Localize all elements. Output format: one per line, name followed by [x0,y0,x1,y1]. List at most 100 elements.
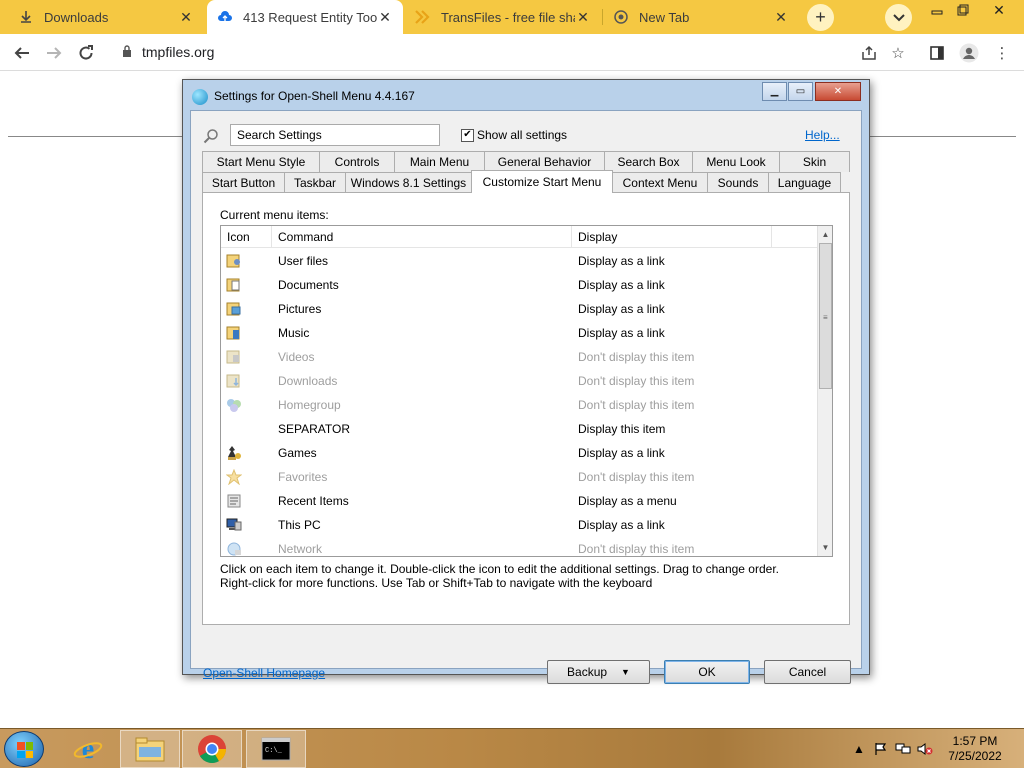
icon-cell[interactable] [221,537,272,556]
command-cell[interactable]: Music [272,321,572,345]
menu-item-row[interactable]: This PC Display as a link [221,513,817,537]
dialog-minimize-button[interactable]: ▁ [762,82,787,101]
icon-cell[interactable] [221,513,272,537]
tab-transfiles[interactable]: TransFiles - free file sharing ✕ [405,0,601,34]
command-cell[interactable]: Documents [272,273,572,297]
menu-item-row[interactable]: Network Don't display this item [221,537,817,556]
bookmark-star-icon[interactable]: ☆ [886,41,910,65]
display-cell[interactable]: Display as a link [572,513,772,537]
menu-item-row[interactable]: Favorites Don't display this item [221,465,817,489]
display-cell[interactable]: Don't display this item [572,537,772,556]
icon-cell[interactable] [221,441,272,465]
menu-item-row[interactable]: SEPARATOR Display this item [221,417,817,441]
command-cell[interactable]: Network [272,537,572,556]
icon-cell[interactable] [221,249,272,273]
tab-skin[interactable]: Skin [779,151,850,172]
menu-item-row[interactable]: Music Display as a link [221,321,817,345]
cancel-button[interactable]: Cancel [764,660,851,684]
tab-downloads[interactable]: Downloads ✕ [8,0,204,34]
tab-search-button[interactable] [885,4,912,31]
side-panel-icon[interactable] [925,41,949,65]
menu-item-row[interactable]: Recent Items Display as a menu [221,489,817,513]
scroll-up-arrow-icon[interactable]: ▲ [818,226,832,242]
show-all-settings-checkbox[interactable]: ✔ Show all settings [461,128,567,142]
menu-kebab-icon[interactable]: ⋮ [990,41,1014,65]
lock-icon[interactable] [122,44,132,60]
display-cell[interactable]: Display as a link [572,441,772,465]
close-window-button[interactable]: ✕ [982,0,1016,20]
icon-cell[interactable] [221,393,272,417]
open-shell-homepage-link[interactable]: Open-Shell Homepage [203,666,325,680]
taskbar-internet-explorer[interactable]: e [58,730,118,768]
taskbar-command-prompt[interactable]: C:\_ [246,730,306,768]
command-cell[interactable]: Games [272,441,572,465]
icon-cell[interactable] [221,417,272,441]
tab-sounds[interactable]: Sounds [707,172,769,193]
list-scrollbar[interactable]: ▲ ≡ ▼ [817,226,832,556]
address-bar[interactable]: tmpfiles.org [110,38,800,66]
menu-item-row[interactable]: Downloads Don't display this item [221,369,817,393]
close-icon[interactable]: ✕ [178,9,194,25]
tab-menu-look[interactable]: Menu Look [692,151,780,172]
icon-cell[interactable] [221,297,272,321]
taskbar-file-explorer[interactable] [120,730,180,768]
show-hidden-icons-arrow-icon[interactable]: ▲ [851,741,867,757]
scroll-down-arrow-icon[interactable]: ▼ [818,539,832,555]
column-header-command[interactable]: Command [272,226,572,248]
tab-413-request[interactable]: 413 Request Entity Too Large ✕ [207,0,403,34]
command-cell[interactable]: Pictures [272,297,572,321]
tab-windows-81-settings[interactable]: Windows 8.1 Settings [345,172,472,193]
display-cell[interactable]: Don't display this item [572,345,772,369]
command-cell[interactable]: User files [272,249,572,273]
command-cell[interactable]: Downloads [272,369,572,393]
display-cell[interactable]: Display as a link [572,321,772,345]
menu-item-row[interactable]: Pictures Display as a link [221,297,817,321]
tab-start-menu-style[interactable]: Start Menu Style [202,151,320,172]
tab-taskbar[interactable]: Taskbar [284,172,346,193]
tab-main-menu[interactable]: Main Menu [394,151,485,172]
icon-cell[interactable] [221,345,272,369]
icon-cell[interactable] [221,369,272,393]
close-icon[interactable]: ✕ [377,9,393,25]
icon-cell[interactable] [221,489,272,513]
tab-start-button[interactable]: Start Button [202,172,285,193]
tab-controls[interactable]: Controls [319,151,395,172]
icon-cell[interactable] [221,321,272,345]
tab-context-menu[interactable]: Context Menu [612,172,708,193]
command-cell[interactable]: This PC [272,513,572,537]
search-settings-input[interactable] [230,124,440,146]
tab-customize-start-menu[interactable]: Customize Start Menu [471,170,613,193]
display-cell[interactable]: Display as a link [572,297,772,321]
icon-cell[interactable] [221,465,272,489]
close-icon[interactable]: ✕ [575,9,591,25]
volume-muted-icon[interactable] [917,741,933,757]
menu-item-row[interactable]: Games Display as a link [221,441,817,465]
icon-cell[interactable] [221,273,272,297]
command-cell[interactable]: Videos [272,345,572,369]
network-icon[interactable] [895,741,911,757]
menu-item-row[interactable]: Documents Display as a link [221,273,817,297]
command-cell[interactable]: Recent Items [272,489,572,513]
tab-general-behavior[interactable]: General Behavior [484,151,605,172]
tab-search-box[interactable]: Search Box [604,151,693,172]
dialog-maximize-button[interactable]: ▭ [788,82,813,101]
backup-button[interactable]: Backup ▼ [547,660,650,684]
reload-icon[interactable] [72,39,100,67]
column-header-display[interactable]: Display [572,226,772,248]
share-icon[interactable] [857,41,881,65]
display-cell[interactable]: Display as a link [572,273,772,297]
dialog-title-bar[interactable]: Settings for Open-Shell Menu 4.4.167 ▁ ▭… [183,80,869,110]
column-header-icon[interactable]: Icon [221,226,272,248]
menu-items-list[interactable]: Icon Command Display User files Display a… [220,225,833,557]
new-tab-button[interactable]: + [807,4,834,31]
restore-button[interactable] [946,0,980,20]
help-link[interactable]: Help... [805,128,840,142]
command-cell[interactable]: Favorites [272,465,572,489]
display-cell[interactable]: Display as a link [572,249,772,273]
display-cell[interactable]: Display this item [572,417,772,441]
scrollbar-thumb[interactable]: ≡ [819,243,832,389]
command-cell[interactable]: SEPARATOR [272,417,572,441]
back-arrow-icon[interactable] [8,39,36,67]
display-cell[interactable]: Don't display this item [572,369,772,393]
ok-button[interactable]: OK [664,660,750,684]
